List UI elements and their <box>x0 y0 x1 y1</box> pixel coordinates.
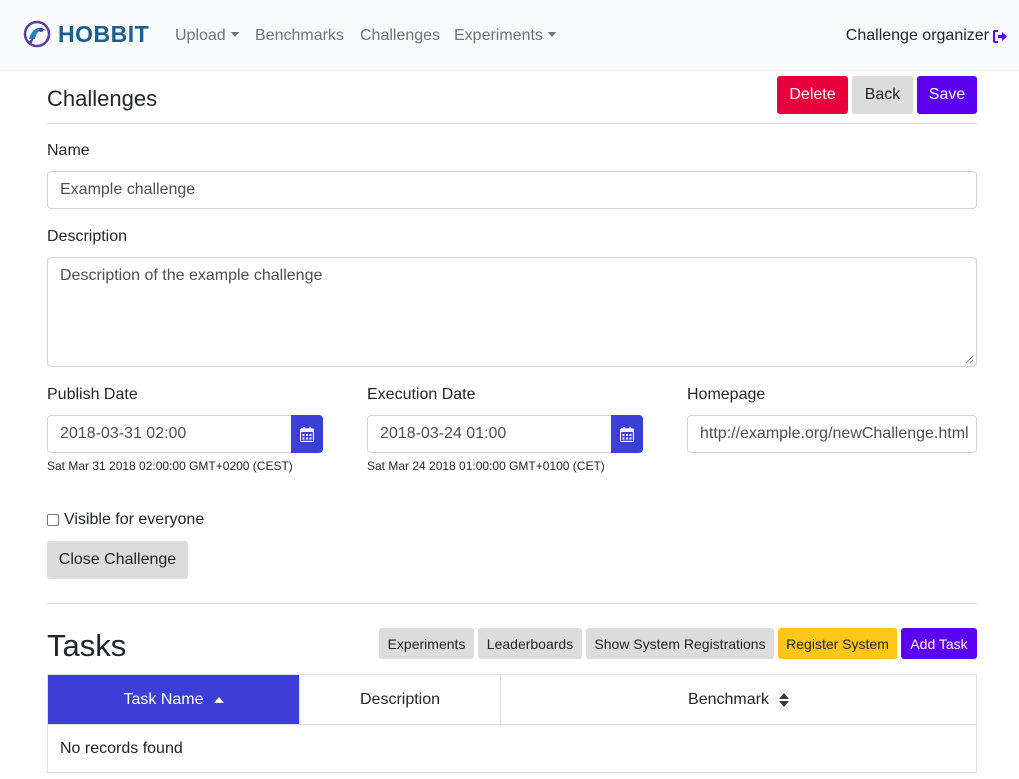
homepage-input[interactable]: http://example.org/newChallenge.html <box>687 415 977 453</box>
sort-icon <box>778 692 789 707</box>
nav-challenges[interactable]: Challenges <box>360 25 440 47</box>
divider <box>47 123 977 124</box>
user-name: Challenge organizer <box>845 27 989 44</box>
page-title: Challenges <box>47 86 158 111</box>
add-task-button[interactable]: Add Task <box>901 628 977 659</box>
visible-checkbox[interactable] <box>47 514 59 526</box>
publish-date-calendar-button[interactable] <box>291 415 323 453</box>
column-header-description: Description <box>300 675 501 724</box>
chevron-down-icon <box>230 32 239 37</box>
execution-date-input[interactable]: 2018-03-24 01:00 <box>367 415 612 453</box>
nav-experiments-label: Experiments <box>454 27 543 44</box>
visible-checkbox-label[interactable]: Visible for everyone <box>64 511 204 529</box>
execution-date-label: Execution Date <box>367 386 476 403</box>
nav-upload[interactable]: Upload <box>175 25 239 47</box>
column-header-description-label: Description <box>359 690 441 708</box>
tasks-title: Tasks <box>47 628 127 663</box>
homepage-value: http://example.org/newChallenge.html <box>700 425 969 442</box>
description-textarea-value: Description of the example challenge <box>60 267 323 284</box>
resize-handle-icon[interactable] <box>965 355 974 364</box>
divider <box>47 603 977 604</box>
column-header-task-name[interactable]: Task Name <box>48 675 300 724</box>
nav-challenges-label: Challenges <box>360 27 441 44</box>
calendar-icon <box>620 426 634 442</box>
hobbit-logo-icon <box>23 20 51 48</box>
leaderboards-button[interactable]: Leaderboards <box>478 628 582 659</box>
publish-date-input[interactable]: 2018-03-31 02:00 <box>47 415 292 453</box>
experiments-button[interactable]: Experiments <box>379 628 474 659</box>
show-system-registrations-button[interactable]: Show System Registrations <box>586 628 774 659</box>
table-row-empty: No records found <box>48 724 976 773</box>
description-textarea[interactable]: Description of the example challenge <box>47 257 977 367</box>
publish-date-value: 2018-03-31 02:00 <box>60 425 187 442</box>
execution-date-value: 2018-03-24 01:00 <box>380 425 507 442</box>
publish-date-label: Publish Date <box>47 386 138 403</box>
close-challenge-button[interactable]: Close Challenge <box>47 541 188 579</box>
navbar: HOBBIT Upload Benchmarks Challenges Expe… <box>0 0 1019 71</box>
publish-date-hint: Sat Mar 31 2018 02:00:00 GMT+0200 (CEST) <box>47 459 293 473</box>
name-label: Name <box>47 142 90 159</box>
brand-name: HOBBIT <box>58 20 150 47</box>
calendar-icon <box>300 426 314 442</box>
nav-benchmarks-label: Benchmarks <box>255 27 344 44</box>
empty-table-message: No records found <box>60 740 183 757</box>
sign-out-icon[interactable] <box>993 29 1007 43</box>
execution-date-calendar-button[interactable] <box>611 415 643 453</box>
execution-date-hint: Sat Mar 24 2018 01:00:00 GMT+0100 (CET) <box>367 459 605 473</box>
tasks-table: Task Name Description Benchmark No recor… <box>47 674 977 773</box>
save-button[interactable]: Save <box>917 76 977 114</box>
description-label: Description <box>47 228 128 245</box>
delete-button[interactable]: Delete <box>777 76 848 114</box>
column-header-task-name-label: Task Name <box>123 690 204 708</box>
back-button[interactable]: Back <box>852 76 913 114</box>
sort-ascending-icon <box>213 696 224 703</box>
column-header-benchmark-label: Benchmark <box>688 690 769 708</box>
chevron-down-icon <box>547 32 556 37</box>
user-menu[interactable]: Challenge organizer <box>846 25 1007 47</box>
nav-upload-label: Upload <box>175 27 226 44</box>
brand[interactable]: HOBBIT <box>22 18 149 50</box>
column-header-benchmark[interactable]: Benchmark <box>501 675 976 724</box>
register-system-button[interactable]: Register System <box>778 628 897 659</box>
homepage-label: Homepage <box>687 386 766 403</box>
name-input[interactable]: Example challenge <box>47 171 977 209</box>
nav-experiments[interactable]: Experiments <box>454 25 556 47</box>
nav-benchmarks[interactable]: Benchmarks <box>255 25 344 47</box>
name-input-value: Example challenge <box>60 181 196 198</box>
